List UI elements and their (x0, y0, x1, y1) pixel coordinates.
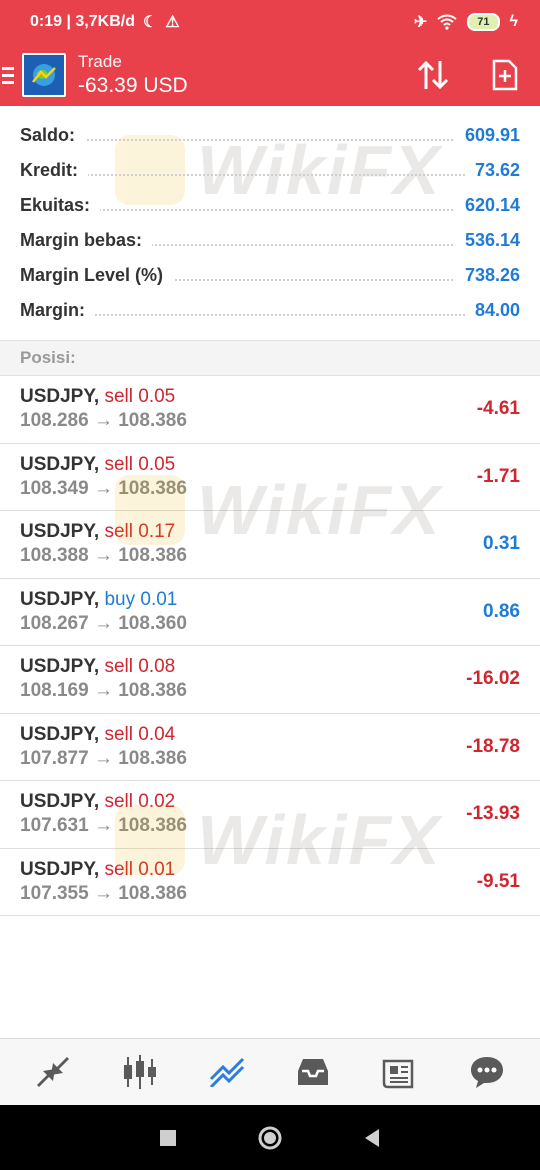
nav-quotes[interactable] (23, 1042, 83, 1102)
app-bar: Trade -63.39 USD (0, 44, 540, 106)
position-side: sell 0.05 (104, 453, 176, 475)
summary-value: 73.62 (464, 160, 520, 181)
summary-label: Ekuitas: (20, 195, 101, 216)
positions-header: Posisi: (0, 340, 540, 376)
summary-value: 84.00 (464, 300, 520, 321)
app-logo (22, 53, 66, 97)
summary-row-saldo: Saldo: 609.91 (0, 118, 540, 153)
page-title: Trade (78, 52, 122, 71)
position-prices: 107.355 → 108.386 (20, 882, 187, 904)
position-row[interactable]: USDJPY, sell 0.05 108.286 → 108.386 -4.6… (0, 376, 540, 444)
total-profit: -63.39 USD (78, 74, 188, 97)
position-prices: 108.349 → 108.386 (20, 477, 187, 499)
summary-label: Margin Level (%) (20, 265, 174, 286)
globe-icon (32, 64, 56, 86)
wifi-icon (437, 14, 457, 30)
summary-label: Margin: (20, 300, 95, 321)
position-side: sell 0.04 (104, 723, 176, 745)
recents-icon[interactable] (159, 1129, 177, 1147)
account-summary: Saldo: 609.91 Kredit: 73.62 Ekuitas: 620… (0, 118, 540, 328)
sort-icon[interactable] (416, 59, 450, 91)
position-side: sell 0.05 (104, 386, 176, 407)
position-symbol: USDJPY, (20, 656, 100, 677)
summary-row-kredit: Kredit: 73.62 (0, 153, 540, 188)
summary-row-margin: Margin: 84.00 (0, 293, 540, 328)
position-symbol: USDJPY, (20, 453, 100, 475)
position-symbol: USDJPY, (20, 521, 100, 542)
nav-history[interactable] (283, 1042, 343, 1102)
summary-row-margin-bebas: Margin bebas: 536.14 (0, 223, 540, 258)
position-prices: 108.286 → 108.386 (20, 410, 187, 431)
position-profit: 0.31 (483, 533, 520, 554)
position-symbol: USDJPY, (20, 723, 100, 745)
position-row[interactable]: USDJPY, buy 0.01 108.267 → 108.360 0.86 (0, 579, 540, 646)
position-side: sell 0.17 (104, 521, 176, 542)
position-row[interactable]: USDJPY, sell 0.01 107.355 → 108.386 -9.5… (0, 849, 540, 916)
position-side: sell 0.02 (104, 791, 176, 812)
menu-icon[interactable] (0, 66, 18, 84)
position-row[interactable]: USDJPY, sell 0.08 108.169 → 108.386 -16.… (0, 646, 540, 714)
quotes-icon (37, 1057, 70, 1087)
bottom-navigation (0, 1038, 540, 1105)
position-symbol: USDJPY, (20, 588, 100, 610)
position-prices: 108.169 → 108.386 (20, 680, 187, 701)
home-icon[interactable] (257, 1125, 283, 1151)
position-prices: 108.388 → 108.386 (20, 545, 187, 566)
position-side: sell 0.01 (104, 858, 176, 880)
summary-row-margin-level: Margin Level (%) 738.26 (0, 258, 540, 293)
chat-icon (470, 1057, 503, 1088)
position-profit: -16.02 (466, 668, 520, 689)
position-profit: -13.93 (466, 803, 520, 824)
charging-icon: ϟ (509, 13, 518, 30)
summary-label: Kredit: (20, 160, 88, 181)
summary-row-ekuitas: Ekuitas: 620.14 (0, 188, 540, 223)
position-row[interactable]: USDJPY, sell 0.04 107.877 → 108.386 -18.… (0, 714, 540, 781)
positions-title: Posisi: (20, 348, 76, 367)
status-time: 0:19 | 3,7KB/d (30, 13, 135, 30)
history-icon (298, 1059, 329, 1085)
status-bar: 0:19 | 3,7KB/d ☾ ⚠ ✈ 71 ϟ (0, 0, 540, 44)
position-profit: -18.78 (466, 735, 520, 757)
position-symbol: USDJPY, (20, 386, 100, 407)
warning-icon: ⚠ (165, 14, 180, 31)
summary-label: Saldo: (20, 125, 86, 146)
position-prices: 107.877 → 108.386 (20, 747, 187, 769)
positions-list: USDJPY, sell 0.05 108.286 → 108.386 -4.6… (0, 376, 540, 916)
news-icon (382, 1059, 414, 1089)
airplane-icon: ✈ (413, 14, 428, 31)
position-row[interactable]: USDJPY, sell 0.05 108.349 → 108.386 -1.7… (0, 444, 540, 511)
position-profit: -9.51 (476, 870, 520, 892)
position-symbol: USDJPY, (20, 858, 100, 880)
battery-indicator: 71 (467, 13, 500, 31)
summary-value: 536.14 (454, 230, 520, 251)
position-side: buy 0.01 (104, 588, 178, 610)
position-profit: 0.86 (483, 600, 520, 622)
nav-chart[interactable] (110, 1042, 170, 1102)
back-icon[interactable] (363, 1128, 381, 1148)
position-row[interactable]: USDJPY, sell 0.17 108.388 → 108.386 0.31 (0, 511, 540, 579)
position-profit: -4.61 (476, 398, 520, 419)
position-row[interactable]: USDJPY, sell 0.02 107.631 → 108.386 -13.… (0, 781, 540, 849)
moon-icon: ☾ (142, 14, 158, 31)
nav-chat[interactable] (457, 1042, 517, 1102)
chart-icon (123, 1055, 156, 1089)
trade-icon (209, 1057, 244, 1087)
system-nav-bar (0, 1105, 540, 1170)
summary-label: Margin bebas: (20, 230, 153, 251)
summary-value: 609.91 (454, 125, 520, 146)
position-symbol: USDJPY, (20, 791, 100, 812)
summary-value: 620.14 (454, 195, 520, 216)
nav-news[interactable] (370, 1042, 430, 1102)
position-side: sell 0.08 (104, 656, 176, 677)
position-prices: 107.631 → 108.386 (20, 815, 187, 836)
summary-value: 738.26 (454, 265, 520, 286)
nav-trade[interactable] (197, 1042, 257, 1102)
position-prices: 108.267 → 108.360 (20, 612, 187, 634)
new-order-icon[interactable] (492, 59, 518, 91)
position-profit: -1.71 (476, 465, 520, 487)
